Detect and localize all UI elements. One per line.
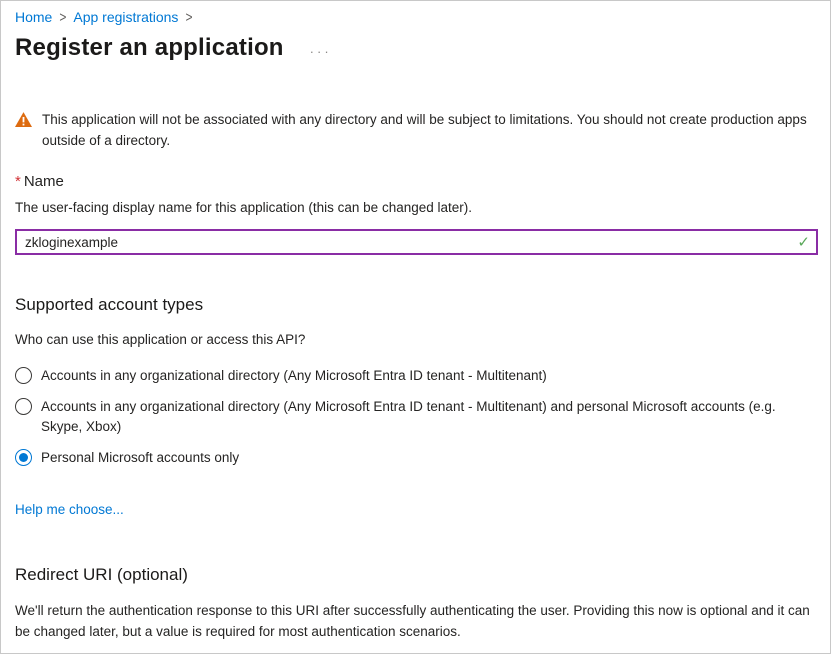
name-label: *Name (15, 173, 816, 190)
breadcrumb-link-app-registrations[interactable]: App registrations (73, 9, 178, 25)
warning-triangle-icon (15, 112, 32, 151)
more-options-icon[interactable]: ··· (310, 38, 332, 59)
radio-option-personal-only[interactable]: Personal Microsoft accounts only (15, 448, 816, 468)
radio-button-icon (15, 449, 32, 466)
required-marker: * (15, 173, 21, 190)
name-input[interactable] (15, 229, 818, 255)
radio-option-label: Accounts in any organizational directory… (41, 397, 811, 437)
page-title: Register an application (15, 34, 284, 62)
breadcrumb: Home > App registrations > (15, 9, 816, 25)
redirect-uri-heading: Redirect URI (optional) (15, 565, 816, 585)
warning-text: This application will not be associated … (42, 109, 816, 151)
warning-banner: This application will not be associated … (15, 109, 816, 151)
title-row: Register an application ··· (15, 34, 816, 62)
name-description: The user-facing display name for this ap… (15, 200, 816, 215)
radio-option-multitenant[interactable]: Accounts in any organizational directory… (15, 366, 816, 386)
register-application-page: Home > App registrations > Register an a… (0, 0, 831, 654)
radio-button-icon (15, 367, 32, 384)
breadcrumb-link-home[interactable]: Home (15, 9, 52, 25)
redirect-uri-description: We'll return the authentication response… (15, 600, 815, 642)
account-types-heading: Supported account types (15, 295, 816, 315)
radio-button-icon (15, 398, 32, 415)
breadcrumb-chevron-icon: > (59, 8, 66, 26)
radio-option-multitenant-personal[interactable]: Accounts in any organizational directory… (15, 397, 816, 437)
radio-option-label: Personal Microsoft accounts only (41, 448, 239, 468)
name-input-wrap: ✓ (15, 229, 818, 255)
account-types-radio-group: Accounts in any organizational directory… (15, 366, 816, 468)
breadcrumb-chevron-icon: > (185, 8, 192, 26)
radio-option-label: Accounts in any organizational directory… (41, 366, 547, 386)
account-types-question: Who can use this application or access t… (15, 332, 816, 347)
help-me-choose-link[interactable]: Help me choose... (15, 502, 124, 517)
